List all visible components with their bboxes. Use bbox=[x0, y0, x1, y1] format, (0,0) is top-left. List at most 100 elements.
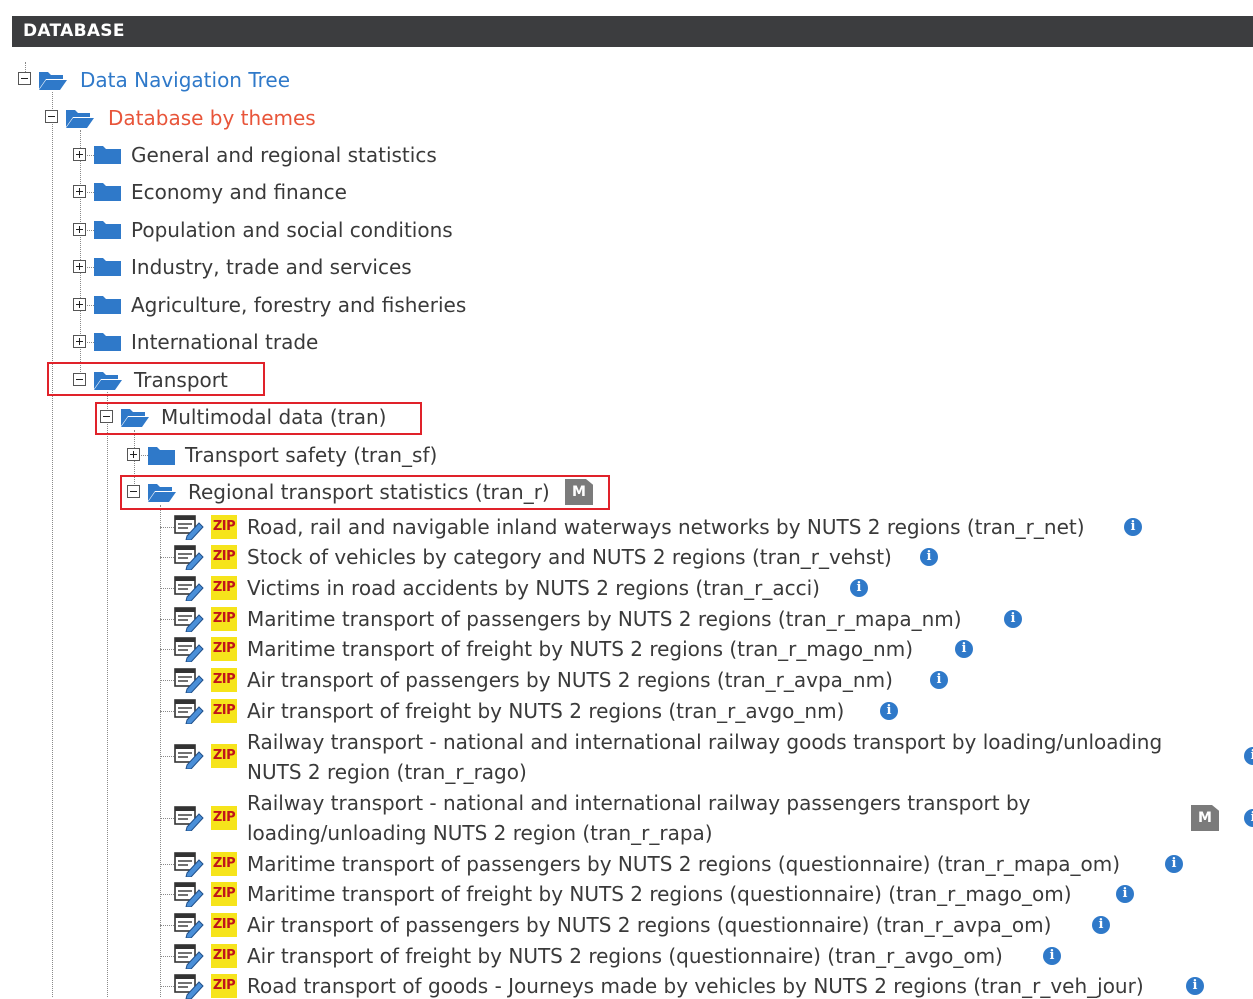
dataset-link[interactable]: Air transport of passengers by NUTS 2 re… bbox=[247, 913, 1051, 937]
table-edit-icon[interactable] bbox=[174, 606, 204, 632]
folder-icon[interactable] bbox=[93, 142, 123, 166]
dataset-link[interactable]: Air transport of freight by NUTS 2 regio… bbox=[247, 944, 1003, 968]
folder-icon[interactable] bbox=[147, 443, 177, 467]
expand-toggle[interactable] bbox=[73, 223, 86, 236]
table-edit-icon[interactable] bbox=[174, 575, 204, 601]
dataset-link[interactable]: Railway transport - national and interna… bbox=[247, 727, 1207, 787]
info-icon[interactable]: i bbox=[930, 671, 948, 689]
dataset-link[interactable]: Air transport of freight by NUTS 2 regio… bbox=[247, 699, 844, 723]
zip-download-icon[interactable]: ZIP bbox=[211, 913, 237, 937]
folder-open-icon[interactable] bbox=[38, 68, 68, 92]
dataset-link[interactable]: Stock of vehicles by category and NUTS 2… bbox=[247, 545, 892, 569]
info-icon[interactable]: i bbox=[1186, 977, 1204, 995]
info-icon[interactable]: i bbox=[850, 579, 868, 597]
dataset-link[interactable]: Air transport of passengers by NUTS 2 re… bbox=[247, 668, 893, 692]
folder-icon[interactable] bbox=[93, 329, 123, 353]
tree-connector bbox=[107, 392, 108, 997]
dataset-link[interactable]: Railway transport - national and interna… bbox=[247, 788, 1207, 848]
tree-connector bbox=[52, 92, 53, 997]
tree-connector bbox=[160, 986, 174, 987]
info-icon[interactable]: i bbox=[1004, 610, 1022, 628]
zip-download-icon[interactable]: ZIP bbox=[211, 944, 237, 968]
tree-node-transport-safety[interactable]: Transport safety (tran_sf) bbox=[185, 443, 437, 467]
folder-icon[interactable] bbox=[93, 217, 123, 241]
dataset-link[interactable]: Maritime transport of passengers by NUTS… bbox=[247, 852, 1120, 876]
expand-toggle[interactable] bbox=[73, 148, 86, 161]
info-icon[interactable]: i bbox=[1124, 518, 1142, 536]
dataset-link[interactable]: Maritime transport of passengers by NUTS… bbox=[247, 607, 962, 631]
table-edit-icon[interactable] bbox=[174, 698, 204, 724]
expand-toggle[interactable] bbox=[73, 335, 86, 348]
zip-download-icon[interactable]: ZIP bbox=[211, 515, 237, 539]
expand-toggle[interactable] bbox=[73, 260, 86, 273]
table-edit-icon[interactable] bbox=[174, 973, 204, 999]
zip-download-icon[interactable]: ZIP bbox=[211, 806, 237, 830]
tree-connector bbox=[160, 818, 174, 819]
metadata-icon[interactable]: M bbox=[1191, 805, 1219, 831]
tree-connector bbox=[160, 711, 174, 712]
table-edit-icon[interactable] bbox=[174, 912, 204, 938]
dataset-link[interactable]: Road transport of goods - Journeys made … bbox=[247, 974, 1144, 998]
tree-connector bbox=[160, 649, 174, 650]
info-icon[interactable]: i bbox=[1092, 916, 1110, 934]
expand-toggle[interactable] bbox=[127, 448, 140, 461]
expand-toggle[interactable] bbox=[73, 298, 86, 311]
tree-connector bbox=[25, 62, 26, 72]
zip-download-icon[interactable]: ZIP bbox=[211, 699, 237, 723]
tree-node-folder[interactable]: Economy and finance bbox=[131, 180, 347, 204]
expand-toggle[interactable] bbox=[73, 185, 86, 198]
zip-download-icon[interactable]: ZIP bbox=[211, 607, 237, 631]
info-icon[interactable]: i bbox=[880, 702, 898, 720]
table-edit-icon[interactable] bbox=[174, 943, 204, 969]
table-edit-icon[interactable] bbox=[174, 667, 204, 693]
table-edit-icon[interactable] bbox=[174, 851, 204, 877]
zip-download-icon[interactable]: ZIP bbox=[211, 545, 237, 569]
table-edit-icon[interactable] bbox=[174, 743, 204, 769]
tree-node-folder[interactable]: General and regional statistics bbox=[131, 143, 437, 167]
zip-download-icon[interactable]: ZIP bbox=[211, 744, 237, 768]
folder-icon[interactable] bbox=[93, 292, 123, 316]
zip-download-icon[interactable]: ZIP bbox=[211, 576, 237, 600]
zip-download-icon[interactable]: ZIP bbox=[211, 974, 237, 998]
tree-node-folder[interactable]: International trade bbox=[131, 330, 318, 354]
collapse-toggle[interactable] bbox=[45, 110, 58, 123]
zip-download-icon[interactable]: ZIP bbox=[211, 852, 237, 876]
zip-download-icon[interactable]: ZIP bbox=[211, 637, 237, 661]
info-icon[interactable]: i bbox=[1244, 809, 1253, 827]
tree-connector bbox=[160, 680, 174, 681]
folder-icon[interactable] bbox=[93, 254, 123, 278]
table-edit-icon[interactable] bbox=[174, 514, 204, 540]
tree-node-root[interactable]: Data Navigation Tree bbox=[80, 68, 290, 92]
info-icon[interactable]: i bbox=[1043, 947, 1061, 965]
highlight-box bbox=[120, 475, 610, 510]
info-icon[interactable]: i bbox=[1165, 855, 1183, 873]
collapse-toggle[interactable] bbox=[18, 72, 31, 85]
dataset-link[interactable]: Maritime transport of freight by NUTS 2 … bbox=[247, 882, 1072, 906]
dataset-link[interactable]: Maritime transport of freight by NUTS 2 … bbox=[247, 637, 913, 661]
tree-node-folder[interactable]: Agriculture, forestry and fisheries bbox=[131, 293, 466, 317]
tree-connector bbox=[160, 925, 174, 926]
highlight-box bbox=[95, 402, 422, 435]
dataset-link[interactable]: Victims in road accidents by NUTS 2 regi… bbox=[247, 576, 820, 600]
table-edit-icon[interactable] bbox=[174, 636, 204, 662]
table-edit-icon[interactable] bbox=[174, 544, 204, 570]
tree-node-folder[interactable]: Population and social conditions bbox=[131, 218, 453, 242]
tree-connector bbox=[160, 505, 161, 997]
info-icon[interactable]: i bbox=[1244, 747, 1253, 765]
zip-download-icon[interactable]: ZIP bbox=[211, 668, 237, 692]
info-icon[interactable]: i bbox=[955, 640, 973, 658]
tree-node-folder[interactable]: Industry, trade and services bbox=[131, 255, 412, 279]
zip-download-icon[interactable]: ZIP bbox=[211, 882, 237, 906]
tree-node-database-by-themes[interactable]: Database by themes bbox=[108, 106, 316, 130]
table-edit-icon[interactable] bbox=[174, 881, 204, 907]
info-icon[interactable]: i bbox=[920, 548, 938, 566]
tree-connector bbox=[160, 894, 174, 895]
dataset-link[interactable]: Road, rail and navigable inland waterway… bbox=[247, 515, 1085, 539]
folder-open-icon[interactable] bbox=[65, 106, 95, 130]
info-icon[interactable]: i bbox=[1116, 885, 1134, 903]
folder-icon[interactable] bbox=[93, 179, 123, 203]
highlight-box bbox=[47, 362, 265, 396]
tree-connector bbox=[160, 864, 174, 865]
table-edit-icon[interactable] bbox=[174, 805, 204, 831]
tree-connector bbox=[160, 557, 174, 558]
